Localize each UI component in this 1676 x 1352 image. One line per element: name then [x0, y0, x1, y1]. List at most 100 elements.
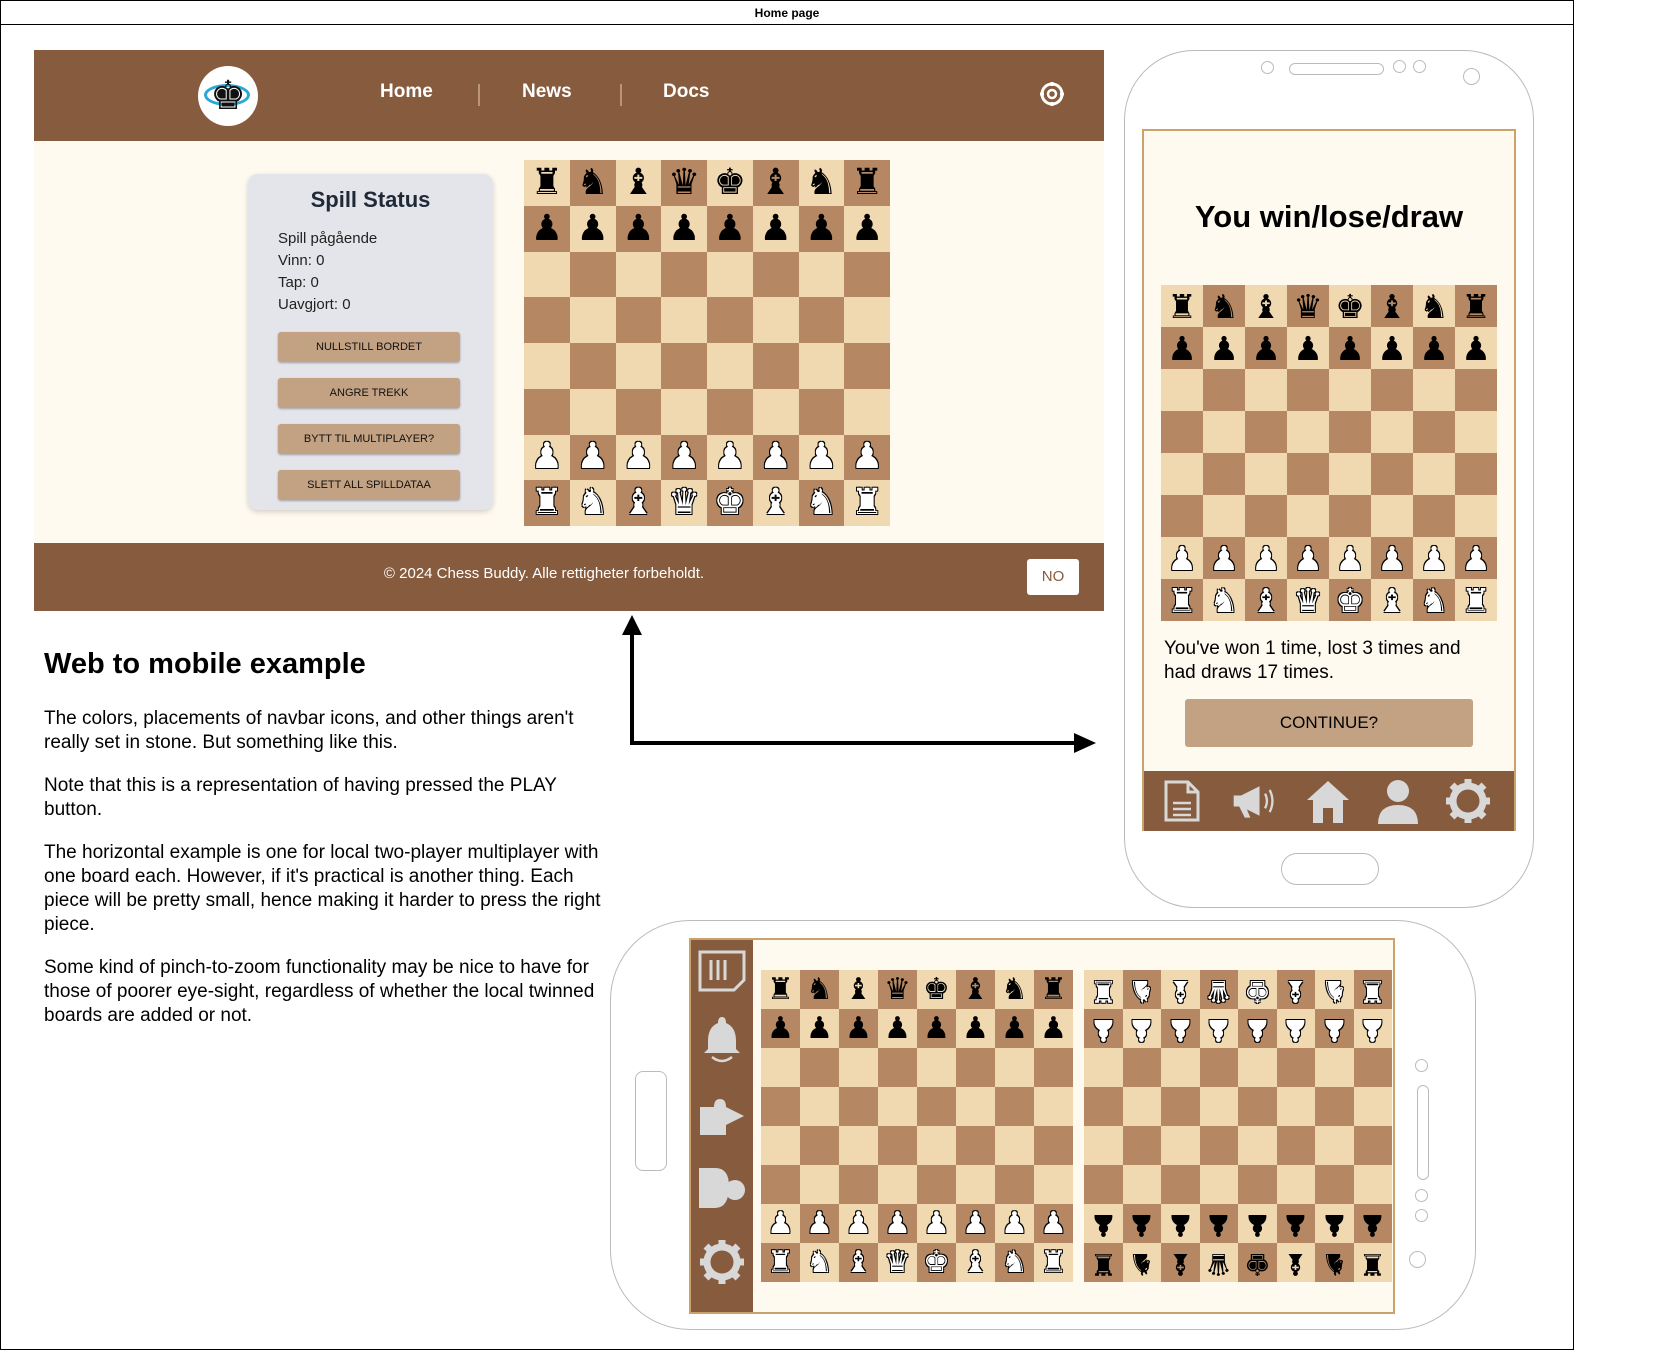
board-square[interactable]: [661, 388, 707, 435]
board-square[interactable]: ♚: [707, 160, 753, 206]
board-square[interactable]: ♞: [1122, 1243, 1161, 1282]
board-square[interactable]: [1245, 411, 1287, 453]
board-square[interactable]: ♟: [1245, 537, 1287, 579]
board-square[interactable]: [1203, 453, 1245, 495]
white-pawn-icon[interactable]: ♟: [1205, 1012, 1232, 1047]
board-square[interactable]: ♟: [661, 205, 707, 252]
board-square[interactable]: [1413, 495, 1455, 537]
board-square[interactable]: ♛: [661, 480, 707, 526]
board-square[interactable]: ♚: [1329, 285, 1371, 327]
board-square[interactable]: [1122, 1087, 1161, 1126]
board-square[interactable]: ♟: [1122, 1009, 1161, 1048]
board-square[interactable]: [1371, 453, 1413, 495]
white-rook-icon[interactable]: ♜: [1461, 584, 1491, 617]
board-square[interactable]: ♟: [1203, 327, 1245, 369]
board-square[interactable]: ♟: [752, 434, 799, 481]
white-pawn-icon[interactable]: ♟: [1001, 1208, 1028, 1239]
board-square[interactable]: [1287, 495, 1329, 537]
board-square[interactable]: ♟: [1315, 1009, 1354, 1048]
board-square[interactable]: ♟: [1034, 1009, 1073, 1048]
board-square[interactable]: ♛: [878, 1243, 917, 1282]
white-pawn-icon[interactable]: ♟: [1167, 1012, 1194, 1047]
white-knight-icon[interactable]: ♞: [1128, 973, 1155, 1008]
board-square[interactable]: ♟: [917, 1009, 956, 1048]
board-square[interactable]: [569, 388, 616, 435]
board-square[interactable]: [956, 1048, 995, 1087]
board-square[interactable]: [1238, 1087, 1277, 1126]
board-square[interactable]: ♝: [615, 480, 662, 526]
white-king-icon[interactable]: ♚: [714, 485, 746, 521]
white-pawn-icon[interactable]: ♟: [1040, 1208, 1067, 1239]
board-square[interactable]: ♜: [1084, 970, 1123, 1009]
board-square[interactable]: [615, 388, 662, 435]
board-square[interactable]: ♜: [844, 160, 890, 206]
black-bishop-icon[interactable]: ♝: [759, 164, 791, 201]
black-bishop-icon[interactable]: ♝: [1251, 290, 1281, 323]
board-square[interactable]: ♝: [839, 1243, 878, 1282]
board-square[interactable]: ♟: [798, 205, 845, 252]
white-pawn-icon[interactable]: ♟: [962, 1208, 989, 1239]
board-square[interactable]: [615, 251, 662, 298]
board-square[interactable]: ♟: [661, 434, 707, 481]
undo-move-button[interactable]: ANGRE TREKK: [278, 378, 460, 408]
black-knight-icon[interactable]: ♞: [806, 974, 833, 1005]
white-bishop-icon[interactable]: ♝: [845, 1247, 872, 1278]
board-square[interactable]: ♟: [1161, 1204, 1200, 1243]
board-square[interactable]: ♜: [1034, 970, 1073, 1009]
board-square[interactable]: ♚: [917, 1243, 956, 1282]
white-queen-icon[interactable]: ♛: [1205, 973, 1232, 1008]
board-square[interactable]: [1245, 453, 1287, 495]
board-square[interactable]: ♟: [1245, 327, 1287, 369]
board-square[interactable]: ♞: [1413, 285, 1455, 327]
board-square[interactable]: [761, 1126, 800, 1165]
black-pawn-icon[interactable]: ♟: [962, 1013, 989, 1044]
document-icon[interactable]: [1158, 777, 1206, 825]
board-square[interactable]: ♟: [1203, 537, 1245, 579]
board-square[interactable]: [798, 297, 845, 343]
board-square[interactable]: [1084, 1087, 1123, 1126]
board-square[interactable]: [956, 1126, 995, 1165]
board-square[interactable]: [1315, 1087, 1354, 1126]
board-square[interactable]: [878, 1048, 917, 1087]
mobile-chess-board[interactable]: ♜ ♞ ♝ ♛ ♚ ♝ ♞ ♜ ♟ ♟ ♟ ♟ ♟ ♟ ♟ ♟ ♟ ♟ ♟ ♟ ♟ ♟ ♟ ♟ ♜ ♞ ♝ ♛ ♚ ♝ ♞ ♜: [1161, 285, 1497, 621]
board-square[interactable]: [1238, 1165, 1277, 1204]
black-pawn-icon[interactable]: ♟: [805, 210, 837, 247]
board-square[interactable]: ♞: [1315, 1243, 1354, 1282]
board-square[interactable]: [1161, 1087, 1200, 1126]
board-square[interactable]: [1329, 453, 1371, 495]
board-square[interactable]: [1413, 369, 1455, 411]
board-square[interactable]: ♟: [1122, 1204, 1161, 1243]
board-square[interactable]: ♟: [798, 434, 845, 481]
board-square[interactable]: [878, 1126, 917, 1165]
board-square[interactable]: ♟: [839, 1009, 878, 1048]
white-pawn-icon[interactable]: ♟: [576, 439, 608, 475]
board-square[interactable]: ♝: [752, 480, 799, 526]
board-square[interactable]: ♝: [956, 970, 995, 1009]
board-square[interactable]: ♛: [1287, 579, 1329, 621]
board-square[interactable]: [1315, 1048, 1354, 1087]
white-pawn-icon[interactable]: ♟: [531, 439, 563, 475]
board-square[interactable]: ♟: [995, 1204, 1034, 1243]
white-knight-icon[interactable]: ♞: [1001, 1247, 1028, 1278]
board-square[interactable]: [1161, 1048, 1200, 1087]
board-square[interactable]: [800, 1165, 839, 1204]
black-pawn-icon[interactable]: ♟: [759, 210, 791, 247]
board-square[interactable]: ♜: [1455, 579, 1497, 621]
board-square[interactable]: [1276, 1126, 1315, 1165]
board-square[interactable]: ♛: [1199, 970, 1238, 1009]
board-square[interactable]: ♟: [1287, 537, 1329, 579]
board-square[interactable]: [995, 1126, 1034, 1165]
board-square[interactable]: ♜: [1353, 970, 1392, 1009]
board-square[interactable]: ♟: [1034, 1204, 1073, 1243]
board-square[interactable]: [844, 388, 890, 435]
board-square[interactable]: ♞: [798, 480, 845, 526]
white-rook-icon[interactable]: ♜: [531, 485, 563, 521]
board-square[interactable]: [615, 343, 662, 389]
black-rook-icon[interactable]: ♜: [1090, 1246, 1117, 1281]
nav-link-news[interactable]: News: [522, 81, 572, 103]
board-square[interactable]: ♜: [1161, 579, 1203, 621]
board-square[interactable]: ♟: [1371, 537, 1413, 579]
phone-home-button[interactable]: [635, 1071, 667, 1171]
board-square[interactable]: ♝: [1276, 970, 1315, 1009]
black-pawn-icon[interactable]: ♟: [923, 1013, 950, 1044]
